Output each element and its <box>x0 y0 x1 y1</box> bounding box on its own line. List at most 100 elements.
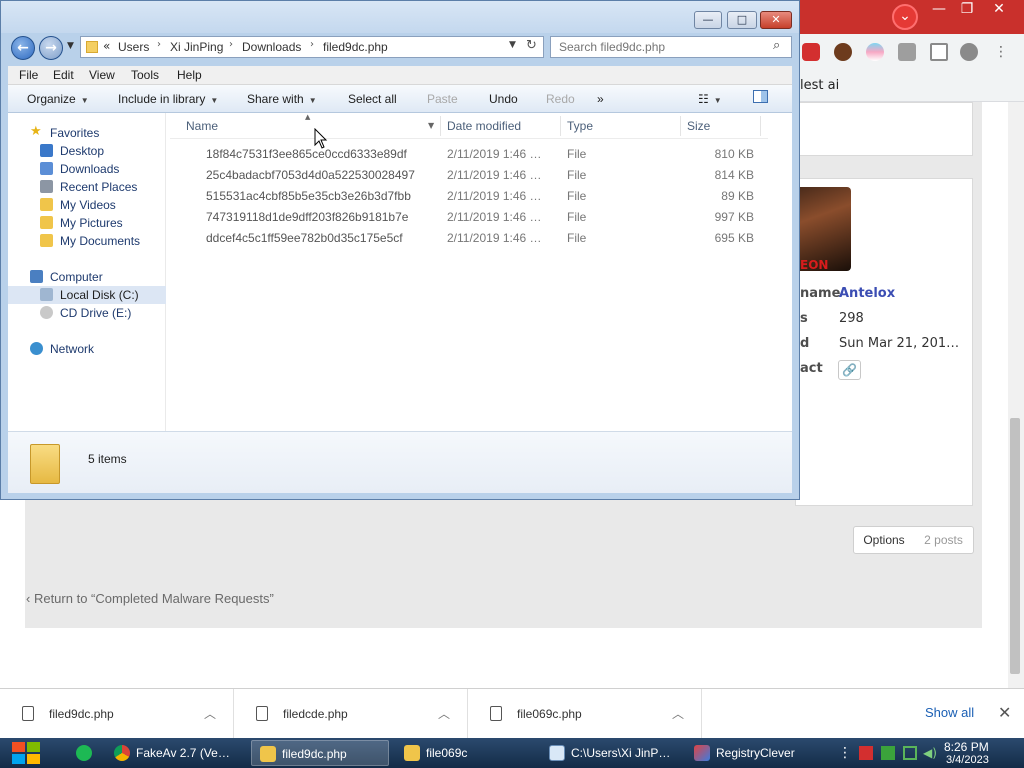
search-box[interactable]: ⌕ <box>550 36 792 58</box>
chevron-up-icon[interactable]: ︿ <box>438 705 450 722</box>
spotify-taskbar-icon[interactable] <box>68 740 94 766</box>
file-row[interactable]: 18f84c7531f3ee865ce0ccd6333e89df 2/11/20… <box>170 144 768 165</box>
close-icon[interactable]: ✕ <box>998 703 1011 722</box>
clock-date[interactable]: 3/4/2023 <box>946 754 989 766</box>
menu-file[interactable]: File <box>19 68 38 82</box>
windows-start-icon[interactable] <box>10 740 42 766</box>
nav-network[interactable]: Network <box>8 340 166 358</box>
network-tray-icon[interactable] <box>903 746 917 760</box>
more-commands-button[interactable]: » <box>597 92 604 106</box>
back-button[interactable]: ← <box>11 36 35 60</box>
nav-cd-drive[interactable]: CD Drive (E:) <box>8 304 166 322</box>
extension-flag-icon[interactable] <box>866 43 884 61</box>
column-header-type[interactable]: Type <box>567 119 593 133</box>
explorer-minimize-button[interactable]: — <box>694 11 722 29</box>
search-icon[interactable]: ⌕ <box>773 38 780 53</box>
search-input[interactable] <box>559 39 769 55</box>
file-row[interactable]: ddcef4c5c1ff59ee782b0d35c175e5cf 2/11/20… <box>170 228 768 249</box>
contact-link-button[interactable]: 🔗 <box>838 360 861 380</box>
download-item[interactable]: filed9dc.php ︿ <box>0 689 234 739</box>
menu-edit[interactable]: Edit <box>53 68 74 82</box>
options-button[interactable]: Options <box>853 526 915 554</box>
taskbar-item-chrome[interactable]: FakeAv 2.7 (Ve… <box>106 740 244 766</box>
nav-desktop[interactable]: Desktop <box>8 142 166 160</box>
file-row[interactable]: 25c4badacbf7053d4d0a522530028497 2/11/20… <box>170 165 768 186</box>
extensions-puzzle-icon[interactable] <box>898 43 916 61</box>
taskbar-item-registry[interactable]: RegistryClever <box>686 740 824 766</box>
recent-locations-dropdown[interactable]: ▼ <box>67 41 74 51</box>
ublock-icon[interactable] <box>802 43 820 61</box>
select-all-button[interactable]: Select all <box>348 92 397 106</box>
breadcrumb-downloads[interactable]: Downloads <box>242 40 301 54</box>
menu-view[interactable]: View <box>89 68 115 82</box>
chevron-down-icon[interactable]: ▼ <box>428 121 434 130</box>
taskbar-item-explorer[interactable]: filed9dc.php <box>251 740 389 766</box>
explorer-maximize-button[interactable]: □ <box>727 11 757 29</box>
bookmark-item[interactable]: lest ai <box>800 78 839 93</box>
chevron-up-icon[interactable]: ︿ <box>204 705 216 722</box>
share-with-button[interactable]: Share with ▼ <box>247 92 317 106</box>
change-view-button[interactable]: ☷ ▼ <box>698 92 722 106</box>
file-row[interactable]: 515531ac4cbf85b5e35cb3e26b3d7fbb 2/11/20… <box>170 186 768 207</box>
taskbar-item-explorer-2[interactable]: file069c <box>396 740 534 766</box>
menu-tools[interactable]: Tools <box>131 68 159 82</box>
extension-avatar-icon[interactable] <box>834 43 852 61</box>
nav-downloads[interactable]: Downloads <box>8 160 166 178</box>
show-all-button[interactable]: Show all <box>925 705 974 720</box>
chrome-restore-button[interactable]: ❐ <box>950 0 984 18</box>
explorer-titlebar[interactable] <box>1 1 799 33</box>
redo-button[interactable]: Redo <box>546 92 575 106</box>
undo-button[interactable]: Undo <box>489 92 518 106</box>
column-header-size[interactable]: Size <box>687 119 710 133</box>
volume-icon[interactable]: ◀) <box>923 746 937 760</box>
breadcrumb-separator[interactable]: › <box>310 39 314 50</box>
explorer-close-button[interactable]: ✕ <box>760 11 792 29</box>
breadcrumb-separator[interactable]: › <box>229 39 233 50</box>
clock-time[interactable]: 8:26 PM <box>944 740 989 754</box>
nav-computer[interactable]: Computer <box>8 268 166 286</box>
profile-username[interactable]: Antelox <box>839 286 895 301</box>
preview-pane-button[interactable] <box>753 90 768 106</box>
organize-button[interactable]: Organize ▼ <box>27 92 89 106</box>
nav-my-documents[interactable]: My Documents <box>8 232 166 250</box>
address-overflow-chevron[interactable]: « <box>103 39 110 53</box>
chevron-up-icon[interactable]: ︿ <box>672 705 684 722</box>
breadcrumb-user[interactable]: Xi JinPing <box>170 40 223 54</box>
chrome-profile-badge[interactable]: ⌄ <box>892 4 918 30</box>
tray-app-icon[interactable] <box>881 746 895 760</box>
column-header-name[interactable]: Name <box>186 119 218 133</box>
menu-help[interactable]: Help <box>177 68 202 82</box>
sidepanel-icon[interactable] <box>930 43 948 61</box>
tray-overflow-icon[interactable]: ⋮ <box>838 746 852 760</box>
breadcrumb-current[interactable]: filed9dc.php <box>323 40 388 54</box>
taskbar-item-notepad[interactable]: C:\Users\Xi JinP… <box>541 740 679 766</box>
column-divider[interactable] <box>760 116 761 136</box>
folder-icon <box>86 41 98 53</box>
action-center-flag-icon[interactable] <box>859 746 873 760</box>
forward-button[interactable]: → <box>39 36 63 60</box>
column-divider[interactable] <box>560 116 561 136</box>
chrome-menu-icon[interactable]: ⋮ <box>994 43 1008 61</box>
paste-button[interactable]: Paste <box>427 92 458 106</box>
nav-local-disk[interactable]: Local Disk (C:) <box>8 286 166 304</box>
chrome-scroll-thumb[interactable] <box>1010 418 1020 674</box>
include-in-library-button[interactable]: Include in library ▼ <box>118 92 218 106</box>
address-bar[interactable]: « Users › Xi JinPing › Downloads › filed… <box>80 36 544 58</box>
column-header-date[interactable]: Date modified <box>447 119 521 133</box>
refresh-icon[interactable]: ↻ <box>526 38 537 53</box>
download-item[interactable]: filedcde.php ︿ <box>234 689 468 739</box>
breadcrumb-users[interactable]: Users <box>118 40 149 54</box>
nav-my-videos[interactable]: My Videos <box>8 196 166 214</box>
breadcrumb-separator[interactable]: › <box>157 39 161 50</box>
chrome-close-button[interactable]: ✕ <box>982 0 1016 18</box>
nav-recent-places[interactable]: Recent Places <box>8 178 166 196</box>
column-divider[interactable] <box>440 116 441 136</box>
return-link[interactable]: ‹ Return to “Completed Malware Requests” <box>26 591 274 606</box>
address-dropdown-icon[interactable]: ▼ <box>509 40 516 50</box>
column-divider[interactable] <box>680 116 681 136</box>
file-row[interactable]: 747319118d1de9dff203f826b9181b7e 2/11/20… <box>170 207 768 228</box>
profile-icon[interactable] <box>960 43 978 61</box>
nav-my-pictures[interactable]: My Pictures <box>8 214 166 232</box>
download-item[interactable]: file069c.php ︿ <box>468 689 702 739</box>
nav-favorites[interactable]: ★ Favorites <box>8 124 166 142</box>
